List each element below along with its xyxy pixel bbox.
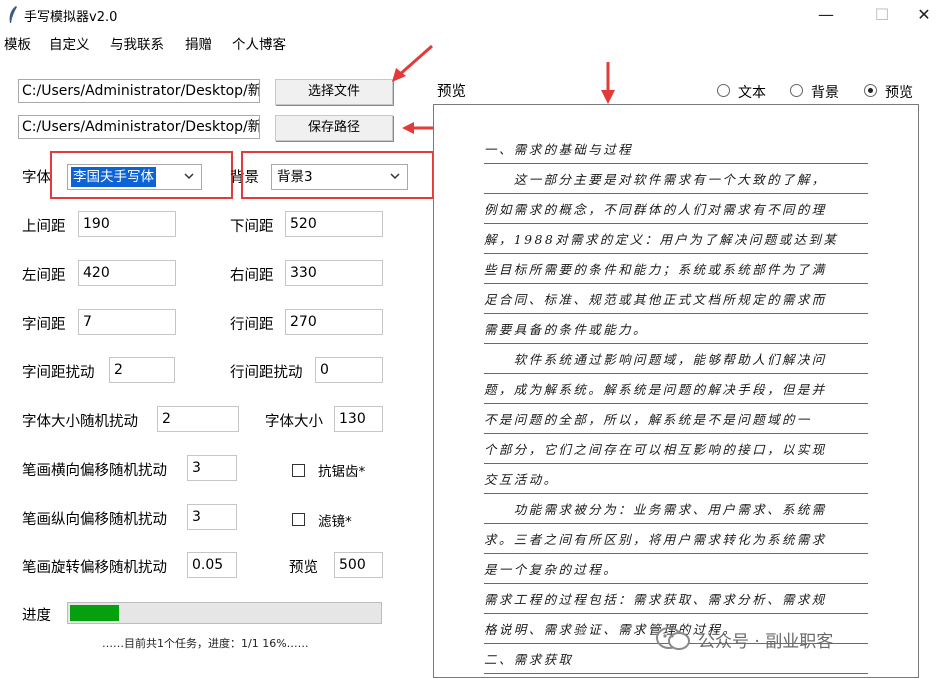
handwritten-line: 交互活动。 — [484, 468, 868, 494]
right-margin-label: 右间距 — [230, 268, 274, 284]
top-margin-label: 上间距 — [22, 219, 66, 235]
preview-panel: 一、需求的基础与过程 这一部分主要是对软件需求有一个大致的了解， 例如需求的概念… — [433, 104, 919, 678]
radio-text[interactable] — [717, 84, 730, 97]
select-file-button[interactable]: 选择文件 — [275, 79, 393, 105]
antialias-checkbox[interactable] — [292, 464, 305, 477]
menu-custom[interactable]: 自定义 — [49, 33, 90, 53]
stroke-h-jitter-label: 笔画横向偏移随机扰动 — [22, 463, 167, 479]
stroke-v-jitter-input[interactable]: 3 — [187, 504, 237, 530]
handwritten-line: 需求工程的过程包括：需求获取、需求分析、需求规 — [484, 588, 868, 614]
text-file-path-input[interactable]: C:/Users/Administrator/Desktop/新 — [18, 79, 260, 103]
line-spacing-label: 行间距 — [230, 317, 274, 333]
progress-fill — [70, 605, 119, 621]
font-size-label: 字体大小 — [265, 414, 323, 430]
handwritten-line: 一、需求的基础与过程 — [484, 138, 868, 164]
title-bar: 手写模拟器v2.0 — ☐ ✕ — [0, 0, 943, 30]
font-select-value: 李国夫手写体 — [71, 167, 156, 187]
preview-label: 预览 — [437, 84, 466, 100]
preview-size-input[interactable]: 500 — [334, 552, 383, 578]
feather-icon — [9, 6, 17, 23]
stroke-rot-jitter-label: 笔画旋转偏移随机扰动 — [22, 560, 167, 576]
font-size-jitter-input[interactable]: 2 — [157, 406, 239, 432]
radio-text-label: 文本 — [738, 85, 766, 101]
save-path-input[interactable]: C:/Users/Administrator/Desktop/新 — [18, 115, 260, 139]
char-spacing-jitter-label: 字间距扰动 — [22, 365, 95, 381]
radio-background[interactable] — [790, 84, 803, 97]
radio-preview-label: 预览 — [885, 85, 913, 101]
radio-background-label: 背景 — [811, 85, 839, 101]
char-spacing-jitter-input[interactable]: 2 — [109, 357, 175, 383]
close-button[interactable]: ✕ — [904, 4, 943, 26]
stroke-rot-jitter-input[interactable]: 0.05 — [187, 552, 237, 578]
char-spacing-input[interactable]: 7 — [78, 309, 176, 335]
background-select[interactable]: 背景3 — [271, 164, 408, 190]
font-size-jitter-label: 字体大小随机扰动 — [22, 414, 138, 430]
left-margin-label: 左间距 — [22, 268, 66, 284]
annotation-arrow-icon — [601, 62, 615, 104]
handwritten-line: 解，1988对需求的定义：用户为了解决问题或达到某 — [484, 228, 868, 254]
line-spacing-jitter-input[interactable]: 0 — [315, 357, 383, 383]
save-path-button[interactable]: 保存路径 — [275, 115, 393, 141]
antialias-label: 抗锯齿* — [318, 464, 366, 480]
handwritten-line: 是一个复杂的过程。 — [484, 558, 868, 584]
wechat-icon — [656, 627, 690, 650]
chevron-down-icon — [390, 173, 400, 180]
filter-label: 滤镜* — [318, 514, 352, 530]
watermark-text: 公众号 · 副业职客 — [698, 632, 834, 652]
handwritten-line: 软件系统通过影响问题域，能够帮助人们解决问 — [484, 348, 868, 374]
handwritten-line: 求。三者之间有所区别，将用户需求转化为系统需求 — [484, 528, 868, 554]
menu-bar: 模板 自定义 与我联系 捐赠 个人博客 — [0, 30, 943, 54]
handwritten-line: 些目标所需要的条件和能力；系统或系统部件为了满 — [484, 258, 868, 284]
status-text: ……目前共1个任务，进度：1/1 16%…… — [102, 637, 309, 650]
menu-contact[interactable]: 与我联系 — [110, 33, 164, 53]
right-margin-input[interactable]: 330 — [285, 260, 383, 286]
handwritten-line: 需要具备的条件或能力。 — [484, 318, 868, 344]
background-select-value: 背景3 — [277, 169, 313, 185]
minimize-button[interactable]: — — [806, 4, 846, 26]
radio-preview[interactable] — [864, 84, 877, 97]
handwritten-line: 不是问题的全部，所以，解系统是不是问题域的一 — [484, 408, 868, 434]
handwritten-line: 足合同、标准、规范或其他正式文档所规定的需求而 — [484, 288, 868, 314]
annotation-arrow-icon — [392, 44, 433, 82]
menu-template[interactable]: 模板 — [4, 33, 31, 53]
menu-donate[interactable]: 捐赠 — [185, 33, 212, 53]
stroke-h-jitter-input[interactable]: 3 — [187, 455, 237, 481]
handwritten-line: 题，成为解系统。解系统是问题的解决手段，但是并 — [484, 378, 868, 404]
top-margin-input[interactable]: 190 — [78, 211, 176, 237]
font-label: 字体 — [22, 170, 51, 186]
chevron-down-icon — [184, 173, 194, 180]
font-size-input[interactable]: 130 — [334, 406, 383, 432]
bottom-margin-input[interactable]: 520 — [285, 211, 383, 237]
handwritten-line: 功能需求被分为：业务需求、用户需求、系统需 — [484, 498, 868, 524]
left-margin-input[interactable]: 420 — [78, 260, 176, 286]
filter-checkbox[interactable] — [292, 513, 305, 526]
font-select[interactable]: 李国夫手写体 — [67, 164, 202, 190]
progress-label: 进度 — [22, 608, 51, 624]
window-title: 手写模拟器v2.0 — [24, 10, 118, 25]
char-spacing-label: 字间距 — [22, 317, 66, 333]
maximize-button[interactable]: ☐ — [862, 4, 902, 26]
line-spacing-jitter-label: 行间距扰动 — [230, 365, 303, 381]
handwritten-line: 例如需求的概念，不同群体的人们对需求有不同的理 — [484, 198, 868, 224]
stroke-v-jitter-label: 笔画纵向偏移随机扰动 — [22, 512, 167, 528]
menu-blog[interactable]: 个人博客 — [232, 33, 286, 53]
preview-size-label: 预览 — [289, 560, 318, 576]
handwritten-line: 个部分，它们之间存在可以相互影响的接口，以实现 — [484, 438, 868, 464]
progress-bar — [67, 602, 382, 624]
handwritten-line: 这一部分主要是对软件需求有一个大致的了解， — [484, 168, 868, 194]
bottom-margin-label: 下间距 — [230, 219, 274, 235]
line-spacing-input[interactable]: 270 — [285, 309, 383, 335]
